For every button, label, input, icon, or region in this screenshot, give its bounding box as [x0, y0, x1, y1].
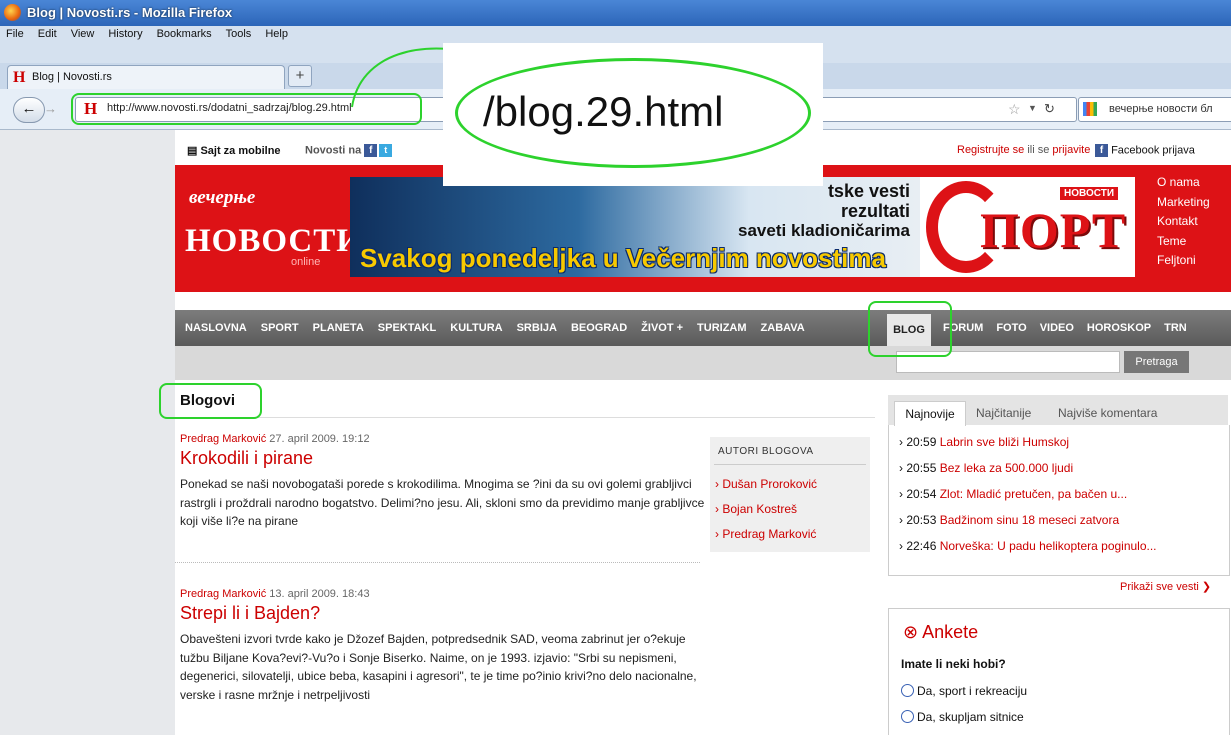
url-callout: /blog.29.html [443, 43, 823, 186]
browser-window: Blog | Novosti.rs - Mozilla Firefox File… [0, 0, 1231, 735]
callout-text: /blog.29.html [483, 88, 724, 135]
